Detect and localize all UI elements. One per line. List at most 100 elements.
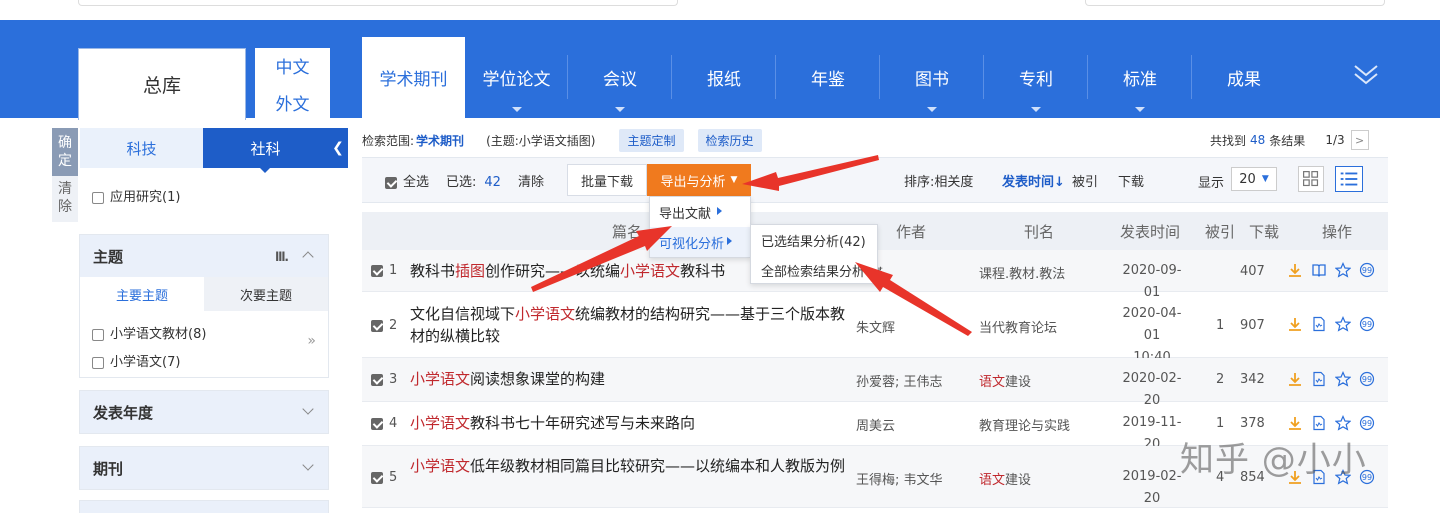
citation-count[interactable]: 1 (1216, 318, 1224, 333)
row-number[interactable]: 3 (371, 372, 397, 387)
row-number[interactable]: 1 (371, 263, 397, 278)
checkbox-checked[interactable] (371, 417, 383, 430)
next-page-button[interactable]: > (1350, 130, 1369, 150)
quote-icon[interactable]: 99 (1359, 316, 1375, 332)
applied-research-filter[interactable]: 应用研究(1) (92, 186, 180, 205)
lang-chinese[interactable]: 中文 (276, 53, 310, 78)
select-all[interactable]: 全选 (385, 171, 429, 190)
journal-name[interactable]: 语文建设 (979, 469, 1031, 488)
topic-option[interactable]: 小学语文教材(8) (92, 321, 316, 349)
search-box-edge[interactable] (78, 0, 678, 6)
tab-science[interactable]: 科技 (80, 128, 203, 168)
author[interactable]: 王得梅; 韦文华 (856, 469, 943, 488)
chevron-down-icon[interactable] (302, 403, 314, 415)
batch-download-button[interactable]: 批量下载 (567, 164, 647, 196)
favorite-star-icon[interactable] (1335, 371, 1351, 387)
tab-theses[interactable]: 学位论文 (465, 37, 568, 118)
quote-icon[interactable]: 99 (1359, 415, 1375, 431)
checkbox-checked[interactable] (371, 319, 383, 332)
download-icon[interactable] (1287, 316, 1303, 332)
facet-journal[interactable]: 期刊 (79, 446, 329, 490)
article-title[interactable]: 小学语文教科书七十年研究述写与未来路向 (410, 412, 850, 434)
citation-count[interactable]: 2 (1216, 372, 1224, 387)
row-number[interactable]: 4 (371, 416, 397, 431)
menu-item-all-analysis[interactable]: 全部检索结果分析 (751, 255, 877, 285)
checkbox[interactable] (92, 191, 104, 204)
favorite-star-icon[interactable] (1335, 262, 1351, 278)
author[interactable]: 周美云 (856, 415, 895, 434)
facet-next[interactable] (79, 500, 329, 513)
tab-journals[interactable]: 学术期刊 (362, 37, 465, 118)
checkbox[interactable] (92, 328, 104, 341)
checkbox-checked[interactable] (371, 471, 383, 484)
chevron-down-icon[interactable] (302, 459, 314, 471)
checkbox-checked[interactable] (371, 264, 383, 277)
tab-books[interactable]: 图书 (880, 37, 984, 118)
article-title[interactable]: 文化自信视域下小学语文统编教材的结构研究——基于三个版本教材的纵横比较 (410, 303, 850, 347)
html-read-icon[interactable] (1311, 415, 1327, 431)
row-number[interactable]: 2 (371, 318, 397, 333)
facet-topic-header[interactable]: 主题 lll. (80, 235, 328, 277)
html-read-icon[interactable] (1311, 316, 1327, 332)
sort-citations[interactable]: 被引 (1072, 171, 1098, 190)
citation-count[interactable]: 1 (1216, 416, 1224, 431)
tab-conference[interactable]: 会议 (568, 37, 672, 118)
more-icon[interactable]: » (307, 333, 316, 349)
tab-achievements[interactable]: 成果 (1192, 37, 1296, 118)
journal-name[interactable]: 语文建设 (979, 371, 1031, 390)
subtab-secondary-topic[interactable]: 次要主题 (204, 277, 328, 311)
facet-year[interactable]: 发表年度 (79, 390, 329, 434)
quote-icon[interactable]: 99 (1359, 262, 1375, 278)
search-box-edge-right[interactable] (1085, 0, 1385, 6)
clear-selection-button[interactable]: 清除 (518, 171, 544, 190)
menu-item-selected-analysis[interactable]: 已选结果分析(42) (751, 225, 877, 255)
author[interactable]: 朱文辉 (856, 317, 895, 336)
journal-name[interactable]: 当代教育论坛 (979, 317, 1057, 336)
journal-name[interactable]: 教育理论与实践 (979, 415, 1070, 434)
topic-option[interactable]: 小学语文(7) (92, 349, 316, 377)
journal-name[interactable]: 课程.教材.教法 (979, 263, 1065, 282)
expand-more-icon[interactable] (1352, 60, 1380, 88)
download-icon[interactable] (1287, 371, 1303, 387)
quote-icon[interactable]: 99 (1359, 371, 1375, 387)
favorite-star-icon[interactable] (1335, 316, 1351, 332)
article-title[interactable]: 小学语文低年级教材相同篇目比较研究——以统编本和人教版为例 (410, 455, 850, 477)
read-online-icon[interactable] (1311, 262, 1327, 278)
tab-patent[interactable]: 专利 (984, 37, 1088, 118)
lang-foreign[interactable]: 外文 (276, 90, 310, 115)
menu-item-visual-analysis[interactable]: 可视化分析 (650, 227, 750, 257)
confirm-button[interactable]: 确定 (52, 128, 78, 176)
grid-view-icon[interactable] (1298, 166, 1324, 192)
sort-relevance[interactable]: 相关度 (934, 175, 973, 190)
search-history-button[interactable]: 检索历史 (697, 128, 762, 152)
bar-chart-icon[interactable]: lll. (275, 250, 289, 264)
checkbox[interactable] (92, 356, 104, 369)
author[interactable]: 孙爱蓉; 王伟志 (856, 371, 943, 390)
topic-customize-button[interactable]: 主题定制 (619, 128, 684, 152)
favorite-star-icon[interactable] (1335, 415, 1351, 431)
col-downloads[interactable]: 下载 (1249, 221, 1279, 242)
chevron-up-icon[interactable] (302, 251, 314, 263)
list-view-icon[interactable] (1335, 166, 1363, 192)
menu-item-export-docs[interactable]: 导出文献 (650, 197, 750, 227)
download-icon[interactable] (1287, 262, 1303, 278)
sort-downloads[interactable]: 下载 (1118, 171, 1144, 190)
row-number[interactable]: 5 (371, 470, 397, 485)
tab-newspaper[interactable]: 报纸 (672, 37, 776, 118)
checkbox-checked[interactable] (371, 373, 383, 386)
checkbox-checked[interactable] (385, 176, 397, 189)
page-size-select[interactable]: 20 ▼ (1231, 167, 1277, 191)
tab-yearbook[interactable]: 年鉴 (776, 37, 880, 118)
clear-button[interactable]: 清除 (52, 176, 78, 222)
html-read-icon[interactable] (1311, 371, 1327, 387)
collapse-panel-button[interactable]: ❮ (328, 128, 348, 168)
col-citations[interactable]: 被引 (1205, 221, 1235, 242)
export-analysis-button[interactable]: 导出与分析 ▼ (647, 164, 751, 196)
sort-publish-time[interactable]: 发表时间↓ (1002, 171, 1065, 190)
tab-social-science[interactable]: 社科 (203, 128, 328, 168)
main-library-tab[interactable]: 总库 (78, 48, 246, 120)
article-title[interactable]: 小学语文阅读想象课堂的构建 (410, 368, 850, 390)
subtab-main-topic[interactable]: 主要主题 (80, 277, 204, 311)
download-icon[interactable] (1287, 415, 1303, 431)
tab-standard[interactable]: 标准 (1088, 37, 1192, 118)
